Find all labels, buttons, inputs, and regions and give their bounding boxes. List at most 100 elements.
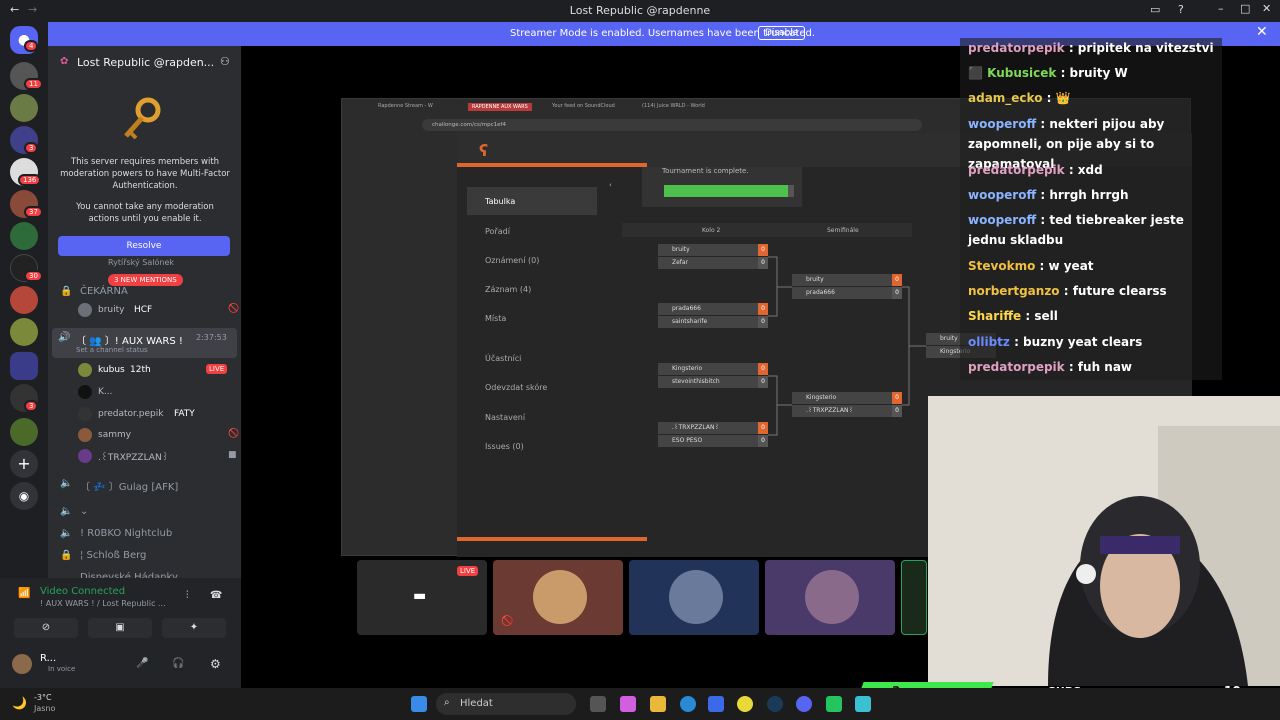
start-icon[interactable] [411,696,427,712]
store-icon[interactable] [708,696,724,712]
avatar [669,570,723,624]
browser-tab: Rapdenne Stream - W [378,103,433,109]
disconnect-icon[interactable]: ☎ [210,590,222,601]
key-icon [118,94,170,146]
chat-line: ⬛ Kubusicek : bruity W [968,66,1128,80]
server-header[interactable]: ✿ Lost Republic @rapden... ⚇ [48,46,241,78]
inbox-icon[interactable]: ▭ [1150,3,1160,16]
file-explorer-icon[interactable] [650,696,666,712]
discord-taskbar-icon[interactable] [796,696,812,712]
resolve-button[interactable]: Resolve [58,236,230,256]
server-icon[interactable] [10,222,38,250]
channel-aux-wars[interactable]: 🔊 〔 👥 〕! AUX WARS ! 2:37:53 Set a channe… [52,328,237,358]
server-badge: 11 [24,78,43,90]
channel-partial[interactable]: Rytířský Salónek [48,258,241,272]
add-server-icon[interactable]: + [10,450,38,478]
lock-icon: 🔒 [60,550,73,561]
edge-icon[interactable] [680,696,696,712]
chat-line: predatorpepik : pripitek na vitezstvi [968,41,1214,55]
activities-button[interactable]: ✦ [162,618,226,638]
channel-robko[interactable]: 🔈! R0BKO Nightclub [48,524,241,544]
voice-member[interactable]: kubus 12th LIVE [78,362,238,380]
voice-member[interactable]: K... [78,384,238,402]
disable-streamer-mode-button[interactable]: Disable [758,26,806,40]
chat-line: Stevokmo : w yeat [968,259,1094,273]
mfa-warning: You cannot take any moderation actions u… [76,202,214,224]
voice-member[interactable]: sammy 🚫 [78,427,240,445]
steam-icon[interactable] [767,696,783,712]
minimize-icon[interactable]: – [1218,2,1224,15]
camera-off-button[interactable]: ⊘ [14,618,78,638]
chat-user: adam_ecko [968,91,1043,105]
browser-tab: (114) Juice WRLD - World [642,103,705,109]
avatar [78,303,92,317]
chat-user: predatorpepik [968,360,1065,374]
chat-line: ollibtz : buzny yeat clears [968,335,1143,349]
voice-member[interactable]: bruity HCF 🚫 [78,302,240,320]
server-icon[interactable] [10,286,38,314]
avatar [78,428,92,442]
webcam-person [928,396,1280,686]
mic-muted-icon[interactable]: 🎤 [136,658,148,669]
video-tiles: LIVE ▬ 🚫 [357,560,927,636]
webcam-feed [928,396,1280,686]
channel-schloss[interactable]: 🔒 ¦ Schloß Berg [48,546,241,566]
close-banner-icon[interactable]: ✕ [1256,24,1268,40]
add-member-icon[interactable]: ⚇ [220,55,230,68]
chat-user: predatorpepik [968,41,1065,55]
close-window-icon[interactable]: ✕ [1262,2,1271,15]
avatar [78,449,92,463]
voice-location[interactable]: ! AUX WARS ! / Lost Republic ... [40,599,166,608]
home-badge: 4 [24,40,39,52]
voice-member[interactable]: .꒰TRXPZZLAN꒱ ■ [78,448,238,466]
server-icon[interactable] [10,418,38,446]
user-avatar[interactable] [12,654,32,674]
live-badge: LIVE [206,364,228,374]
muted-icon: 🚫 [228,429,240,439]
server-icon[interactable] [10,318,38,346]
taskbar-search[interactable]: ⌕ Hledat [436,693,576,715]
avatar-tile[interactable]: 🚫 [493,560,623,635]
server-boost-icon: ✿ [60,56,69,67]
weather-desc: Jasno [34,704,56,713]
discover-icon[interactable]: ◉ [10,482,38,510]
chat-line: wooperoff : hrrgh hrrgh [968,188,1129,202]
avatar [78,407,92,421]
browser-url: challonge.com/cs/mpc1ef4 [422,119,922,131]
mfa-notice: This server requires members with modera… [60,157,230,191]
help-icon[interactable]: ? [1178,3,1184,16]
settings-gear-icon[interactable]: ⚙ [210,657,221,671]
channel-collapsed[interactable]: 🔈 ⌄ [48,502,241,522]
avatar-tile[interactable] [765,560,895,635]
server-badge: 37 [24,206,43,218]
soundboard-icon[interactable]: ⫶ [186,590,189,601]
headphones-icon[interactable]: 🎧 [172,658,184,669]
channel-gulag[interactable]: 🔈 〔 💤 〕Gulag [AFK] [48,474,241,494]
channel-waiting[interactable]: 🔒 ČEKÁRNA [48,282,241,302]
screen-icon: ▬ [413,588,427,604]
app-icon[interactable] [855,696,871,712]
avatar-tile[interactable] [901,560,927,635]
copilot-icon[interactable] [620,696,636,712]
stream-tile[interactable]: LIVE ▬ [357,560,487,635]
channel-status[interactable]: Set a channel status [76,346,148,354]
speaker-icon: 🔈 [60,478,73,489]
task-view-icon[interactable] [590,696,606,712]
channel-name: 〔 👥 〕! AUX WARS ! [76,336,183,347]
voice-icon: 🔊 [58,332,71,343]
server-icon[interactable] [10,94,38,122]
prime-badge-icon: ⬛ [968,66,988,80]
muted-icon: 🚫 [228,304,240,314]
voice-member[interactable]: predator.pepik FATY [78,406,238,424]
channel-timer: 2:37:53 [196,333,227,342]
browser-tab: Your feed on SoundCloud [552,103,615,109]
chrome-icon[interactable] [737,696,753,712]
server-badge: 3 [24,142,39,154]
live-badge: LIVE [457,566,479,576]
avatar-tile[interactable] [629,560,759,635]
signal-icon: 📶 [18,588,31,599]
maximize-icon[interactable]: □ [1240,2,1250,15]
folder-icon[interactable] [10,352,38,380]
app-icon[interactable] [826,696,842,712]
screen-share-button[interactable]: ▣ [88,618,152,638]
